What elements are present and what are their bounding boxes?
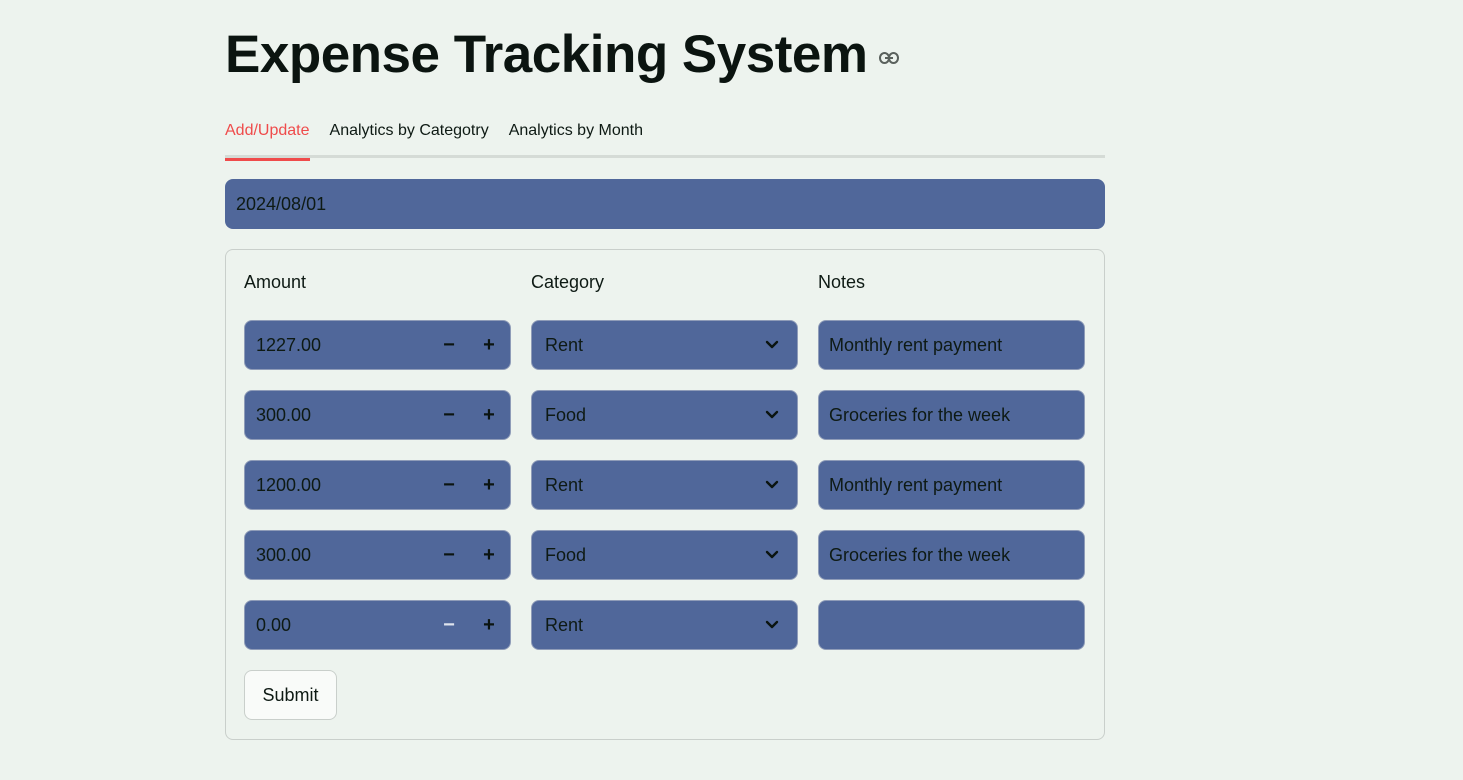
- category-select[interactable]: Rent: [531, 460, 798, 510]
- category-value: Food: [545, 405, 587, 425]
- amount-stepper[interactable]: 0.00 − +: [244, 600, 511, 650]
- expense-row: 1227.00 − + Rent Monthly rent payment: [244, 320, 1086, 370]
- expense-row: 300.00 − + Food Groceries for the week: [244, 390, 1086, 440]
- amount-value[interactable]: 1227.00: [256, 321, 321, 369]
- category-value: Rent: [545, 335, 584, 355]
- category-value: Food: [545, 545, 587, 565]
- increment-button[interactable]: +: [469, 461, 509, 509]
- notes-value: Groceries for the week: [829, 405, 1011, 425]
- tab-add-update[interactable]: Add/Update: [225, 116, 310, 161]
- increment-button[interactable]: +: [469, 531, 509, 579]
- increment-button[interactable]: +: [469, 601, 509, 649]
- amount-stepper[interactable]: 1200.00 − +: [244, 460, 511, 510]
- notes-input[interactable]: [818, 600, 1085, 650]
- decrement-button[interactable]: −: [429, 461, 469, 509]
- submit-button[interactable]: Submit: [244, 670, 337, 720]
- notes-input[interactable]: Groceries for the week: [818, 530, 1085, 580]
- decrement-button[interactable]: −: [429, 391, 469, 439]
- notes-input[interactable]: Monthly rent payment: [818, 320, 1085, 370]
- category-value: Rent: [545, 615, 584, 635]
- increment-button[interactable]: +: [469, 391, 509, 439]
- notes-input[interactable]: Monthly rent payment: [818, 460, 1085, 510]
- amount-value[interactable]: 0.00: [256, 601, 291, 649]
- expense-form: Amount Category Notes 1227.00 − + Rent M…: [225, 249, 1105, 740]
- amount-stepper[interactable]: 300.00 − +: [244, 530, 511, 580]
- chevron-down-icon: [765, 620, 779, 629]
- expense-row: 1200.00 − + Rent Monthly rent payment: [244, 460, 1086, 510]
- tab-analytics-by-month[interactable]: Analytics by Month: [509, 116, 643, 158]
- header: Expense Tracking System: [225, 22, 900, 86]
- link-icon[interactable]: [878, 47, 900, 69]
- amount-stepper[interactable]: 300.00 − +: [244, 390, 511, 440]
- category-header: Category: [531, 272, 605, 292]
- notes-value: Monthly rent payment: [829, 335, 1003, 355]
- amount-stepper[interactable]: 1227.00 − +: [244, 320, 511, 370]
- amount-value[interactable]: 300.00: [256, 531, 311, 579]
- tab-bar: Add/Update Analytics by Categotry Analyt…: [225, 116, 1105, 161]
- date-input[interactable]: 2024/08/01: [225, 179, 1105, 229]
- notes-input[interactable]: Groceries for the week: [818, 390, 1085, 440]
- tab-analytics-by-category[interactable]: Analytics by Categotry: [330, 116, 489, 158]
- category-select[interactable]: Rent: [531, 600, 798, 650]
- chevron-down-icon: [765, 550, 779, 559]
- chevron-down-icon: [765, 480, 779, 489]
- increment-button[interactable]: +: [469, 321, 509, 369]
- notes-value: Monthly rent payment: [829, 475, 1003, 495]
- category-select[interactable]: Food: [531, 390, 798, 440]
- expense-row: 300.00 − + Food Groceries for the week: [244, 530, 1086, 580]
- notes-header: Notes: [818, 272, 866, 292]
- decrement-button[interactable]: −: [429, 321, 469, 369]
- category-value: Rent: [545, 475, 584, 495]
- notes-value: Groceries for the week: [829, 545, 1011, 565]
- page-title: Expense Tracking System: [225, 24, 868, 84]
- amount-header: Amount: [244, 272, 307, 292]
- chevron-down-icon: [765, 340, 779, 349]
- category-select[interactable]: Food: [531, 530, 798, 580]
- decrement-button[interactable]: −: [429, 601, 469, 649]
- amount-value[interactable]: 300.00: [256, 391, 311, 439]
- category-select[interactable]: Rent: [531, 320, 798, 370]
- amount-value[interactable]: 1200.00: [256, 461, 321, 509]
- chevron-down-icon: [765, 410, 779, 419]
- decrement-button[interactable]: −: [429, 531, 469, 579]
- expense-row: 0.00 − + Rent: [244, 600, 1086, 650]
